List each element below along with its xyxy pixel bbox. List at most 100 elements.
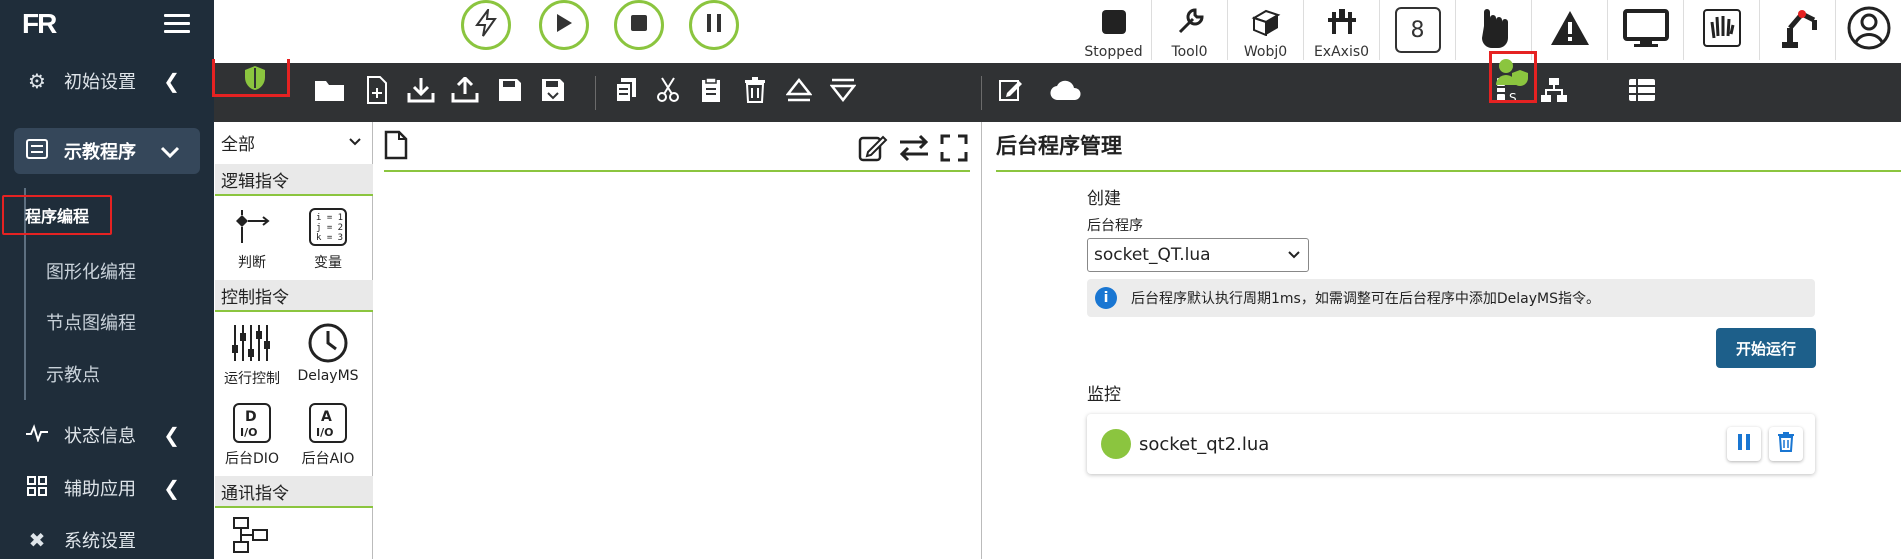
sidebar-item-status-info[interactable]: 状态信息 ❮ (0, 412, 214, 458)
enable-button[interactable] (461, 0, 511, 50)
instruction-label: 后台DIO (225, 451, 279, 467)
category-control[interactable]: 控制指令 (215, 280, 373, 312)
play-button[interactable] (539, 0, 589, 50)
panel-divider (996, 170, 1901, 172)
delete-program-button[interactable] (1769, 427, 1803, 461)
download-icon (407, 77, 435, 107)
chevron-down-icon (349, 134, 361, 150)
new-file-button[interactable] (360, 75, 394, 109)
sidebar-item-label: 示教程序 (64, 142, 136, 163)
create-section-label: 创建 (1087, 189, 1121, 209)
sidebar-item-aux-apps[interactable]: 辅助应用 ❮ (0, 465, 214, 511)
play-icon (555, 13, 573, 37)
save-button[interactable] (493, 75, 527, 109)
sidebar-subitem-node-graph-edit[interactable]: 节点图编程 (46, 309, 136, 335)
instruction-delayms[interactable]: DelayMS (293, 318, 363, 398)
gear-icon: ⚙ (28, 69, 46, 93)
cloud-button[interactable] (1049, 75, 1083, 109)
sidebar-subitem-program-edit[interactable]: 程序编程 (2, 195, 112, 235)
instruction-filter-select[interactable]: 全部 (215, 122, 373, 162)
cloud-icon (1050, 79, 1082, 105)
start-run-button[interactable]: 开始运行 (1716, 328, 1816, 368)
pause-program-button[interactable] (1727, 427, 1761, 461)
move-down-button[interactable] (826, 75, 860, 109)
panel-title: 后台程序管理 (996, 134, 1122, 158)
background-program-button[interactable] (238, 63, 272, 97)
user-icon (1846, 5, 1892, 55)
pause-icon (1738, 434, 1750, 454)
user-account[interactable] (1836, 0, 1901, 60)
info-icon: i (1095, 287, 1117, 309)
category-logic[interactable]: 逻辑指令 (215, 164, 373, 196)
display-button[interactable] (1608, 0, 1684, 60)
export-button[interactable] (448, 75, 482, 109)
network-icon (1540, 77, 1568, 107)
pause-button[interactable] (689, 0, 739, 50)
chevron-left-icon: ❮ (163, 476, 180, 500)
sidebar-item-system-settings[interactable]: ✖ 系统设置 (0, 517, 214, 559)
svg-text:I/O: I/O (316, 426, 333, 439)
sidebar-item-label: 系统设置 (64, 531, 136, 552)
instruction-if[interactable]: 判断 (217, 202, 287, 282)
stop-button[interactable] (614, 0, 664, 50)
instruction-communication[interactable] (217, 514, 287, 558)
lightning-icon (475, 6, 497, 41)
pause-icon (707, 14, 721, 36)
chevron-down-icon (1288, 248, 1300, 262)
tool-coordinate[interactable]: Tool0 (1152, 0, 1228, 60)
cube-icon (1251, 0, 1281, 44)
program-field-label: 后台程序 (1087, 218, 1143, 234)
robot-model[interactable] (1760, 0, 1836, 60)
workpiece-coordinate[interactable]: Wobj0 (1228, 0, 1304, 60)
switch-icon[interactable] (898, 134, 930, 166)
sidebar-item-label: 状态信息 (64, 426, 136, 447)
svg-text:I/O: I/O (240, 426, 257, 439)
move-up-button[interactable] (782, 75, 816, 109)
sidebar-subitem-teach-points[interactable]: 示教点 (46, 361, 100, 387)
brand-logo: FR (22, 8, 57, 39)
axis-icon (1326, 0, 1358, 44)
edit-button[interactable] (994, 75, 1028, 109)
wrench-icon (1175, 0, 1205, 44)
drag-mode[interactable] (1684, 0, 1760, 60)
sidebar-subitem-graphical-edit[interactable]: 图形化编程 (46, 258, 136, 284)
warning-indicator[interactable] (1532, 0, 1608, 60)
chevron-left-icon: ❮ (163, 69, 180, 93)
instruction-bg-aio[interactable]: A I/O 后台AIO (293, 398, 363, 478)
robot-state[interactable]: Stopped (1076, 0, 1152, 60)
svg-text:j = 2: j = 2 (316, 223, 343, 233)
program-editor[interactable] (374, 122, 982, 559)
trash-icon (1777, 432, 1795, 456)
save-as-button[interactable] (536, 75, 570, 109)
program-select[interactable]: socket_QT.lua (1087, 238, 1309, 272)
instruction-run-control[interactable]: 运行控制 (217, 318, 287, 398)
edit-icon[interactable] (858, 132, 888, 166)
hamburger-menu-icon[interactable] (164, 14, 190, 34)
cut-button[interactable] (651, 75, 685, 109)
editor-divider (384, 170, 970, 172)
speed-indicator[interactable]: 8 (1380, 0, 1456, 60)
external-axis[interactable]: ExAxis0 (1304, 0, 1380, 60)
paste-button[interactable] (694, 75, 728, 109)
sidebar-item-teach-program[interactable]: 示教程序 (14, 128, 200, 174)
import-button[interactable] (404, 75, 438, 109)
network-button[interactable] (1537, 75, 1571, 109)
open-folder-button[interactable] (314, 75, 348, 109)
program-list-button[interactable] (1625, 75, 1659, 109)
fullscreen-icon[interactable] (940, 134, 968, 166)
category-communication[interactable]: 通讯指令 (215, 476, 373, 508)
wobj-label: Wobj0 (1243, 44, 1288, 60)
file-icon (384, 130, 408, 164)
sidebar-item-label: 初始设置 (64, 72, 136, 93)
copy-button[interactable] (609, 75, 643, 109)
network-tree-icon (231, 514, 273, 558)
list-details-icon (1628, 78, 1656, 106)
chevron-left-icon: ❮ (163, 423, 180, 447)
variable-list-icon: i = 1j = 2k = 3 (309, 202, 347, 252)
instruction-bg-dio[interactable]: D I/O 后台DIO (217, 398, 287, 478)
sidebar-item-initial-settings[interactable]: ⚙ 初始设置 ❮ (0, 58, 214, 104)
instruction-variable[interactable]: i = 1j = 2k = 3 变量 (293, 202, 363, 282)
robot-arm-icon (1776, 6, 1820, 54)
delete-button[interactable] (738, 75, 772, 109)
background-program-user-button[interactable] (1495, 57, 1529, 91)
